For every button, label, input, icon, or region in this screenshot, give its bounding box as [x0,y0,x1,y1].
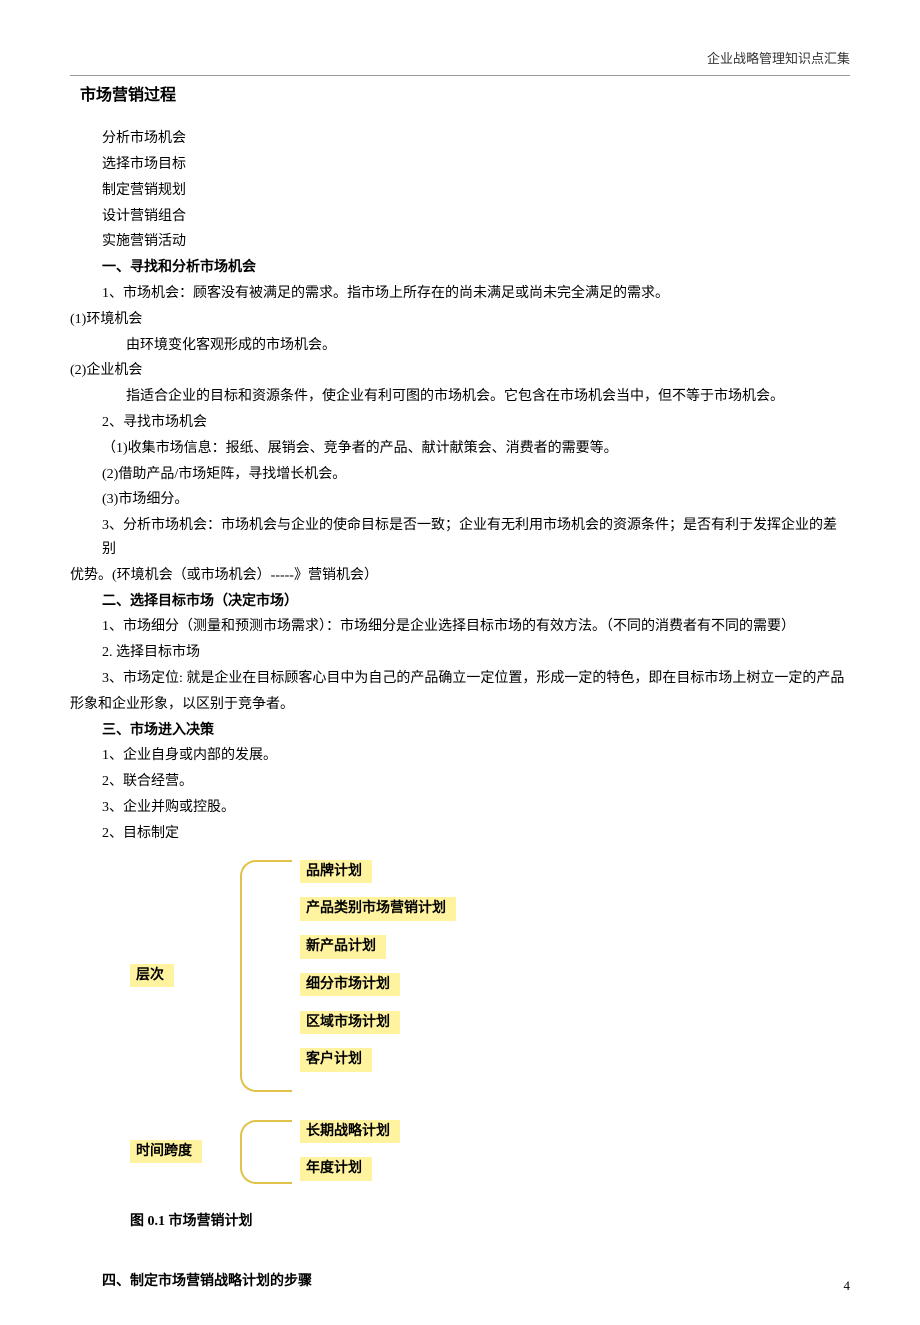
diagram-item: 产品类别市场营销计划 [300,897,456,921]
diagram-item: 新产品计划 [300,935,386,959]
section-1-head: 一、寻找和分析市场机会 [70,256,850,280]
text-line: （1)收集市场信息：报纸、展销会、竞争者的产品、献计献策会、消费者的需要等。 [70,437,850,461]
text-line: 指适合企业的目标和资源条件，使企业有利可图的市场机会。它包含在市场机会当中，但不… [70,385,850,409]
diagram-item: 区域市场计划 [300,1011,400,1035]
intro-line: 选择市场目标 [70,153,850,177]
diagram-group-label: 层次 [130,964,174,988]
section-2-head: 二、选择目标市场（决定市场） [70,590,850,614]
diagram-caption: 图 0.1 市场营销计划 [130,1210,253,1234]
bracket-icon [240,1120,292,1184]
text-line: 3、分析市场机会：市场机会与企业的使命目标是否一致；企业有无利用市场机会的资源条… [70,514,850,562]
diagram-group-label: 时间跨度 [130,1140,202,1164]
text-line: 2、目标制定 [70,822,850,846]
text-line: 3、企业并购或控股。 [70,796,850,820]
text-line: (2)企业机会 [70,359,850,383]
text-line: 2、联合经营。 [70,770,850,794]
text-line: (1)环境机会 [70,308,850,332]
diagram-item: 品牌计划 [300,860,372,884]
bracket-icon [240,860,292,1092]
text-line: 1、企业自身或内部的发展。 [70,744,850,768]
text-line: 形象和企业形象，以区别于竞争者。 [70,693,850,717]
section-3-head: 三、市场进入决策 [70,719,850,743]
text-line: 优势。(环境机会（或市场机会）-----》营销机会） [70,564,850,588]
text-line: 由环境变化客观形成的市场机会。 [70,334,850,358]
header-right: 企业战略管理知识点汇集 [707,48,850,70]
diagram-item: 客户计划 [300,1048,372,1072]
diagram-items: 长期战略计划 年度计划 [300,1120,400,1196]
intro-line: 实施营销活动 [70,230,850,254]
diagram-item: 长期战略计划 [300,1120,400,1144]
text-line: 1、市场细分（测量和预测市场需求）：市场细分是企业选择目标市场的有效方法。（不同… [70,615,850,639]
text-line: 1、市场机会：顾客没有被满足的需求。指市场上所存在的尚未满足或尚未完全满足的需求… [70,282,850,306]
diagram: 层次 品牌计划 产品类别市场营销计划 新产品计划 细分市场计划 区域市场计划 客… [130,860,850,1260]
header-rule [70,75,850,76]
intro-line: 设计营销组合 [70,205,850,229]
page: 企业战略管理知识点汇集 市场营销过程 分析市场机会 选择市场目标 制定营销规划 … [0,0,920,1325]
intro-line: 分析市场机会 [70,127,850,151]
page-title: 市场营销过程 [80,82,850,109]
content-area: 市场营销过程 分析市场机会 选择市场目标 制定营销规划 设计营销组合 实施营销活… [70,50,850,1293]
diagram-item: 年度计划 [300,1157,372,1181]
section-4-head: 四、制定市场营销战略计划的步骤 [70,1270,850,1294]
intro-line: 制定营销规划 [70,179,850,203]
page-number: 4 [844,1275,851,1297]
diagram-items: 品牌计划 产品类别市场营销计划 新产品计划 细分市场计划 区域市场计划 客户计划 [300,860,456,1087]
text-line: (3)市场细分。 [70,488,850,512]
text-line: 2、寻找市场机会 [70,411,850,435]
text-line: (2)借助产品/市场矩阵，寻找增长机会。 [70,463,850,487]
diagram-item: 细分市场计划 [300,973,400,997]
text-line: 2. 选择目标市场 [70,641,850,665]
text-line: 3、市场定位: 就是企业在目标顾客心目中为自己的产品确立一定位置，形成一定的特色… [70,667,850,691]
